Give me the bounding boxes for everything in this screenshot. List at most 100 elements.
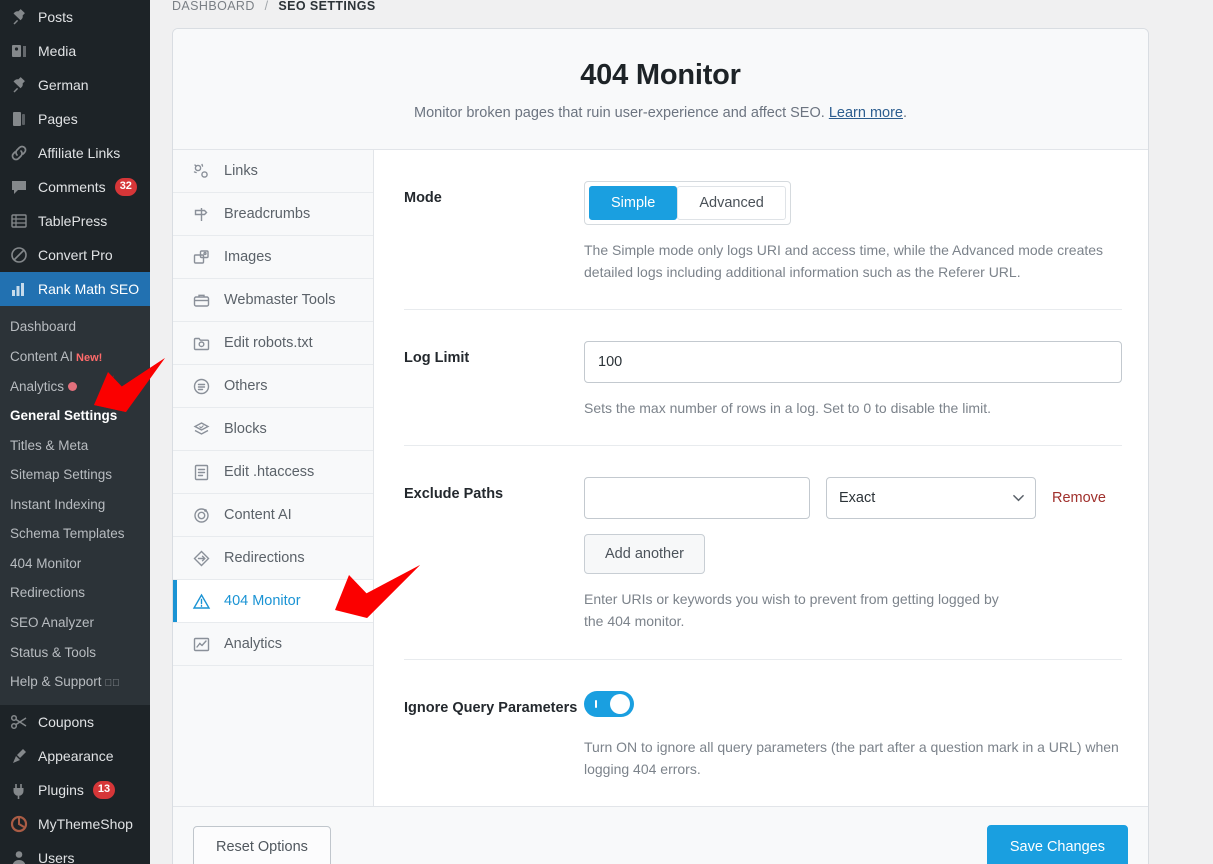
settings-nav-item-breadcrumbs[interactable]: Breadcrumbs — [173, 193, 373, 236]
card-header: 404 Monitor Monitor broken pages that ru… — [173, 29, 1148, 150]
wp-menu-item-plugins[interactable]: Plugins 13 — [0, 773, 150, 807]
wp-menu-item-tablepress[interactable]: TablePress — [0, 204, 150, 238]
wp-submenu-item-seo-analyzer[interactable]: SEO Analyzer — [0, 608, 150, 638]
settings-nav-item-404-monitor[interactable]: 404 Monitor — [173, 580, 373, 623]
card-footer: Reset Options Save Changes — [173, 806, 1148, 864]
wp-menu-label: MyThemeShop — [38, 816, 133, 832]
pages-icon — [9, 109, 29, 129]
wp-submenu-item-404-monitor[interactable]: 404 Monitor — [0, 549, 150, 579]
convert-icon — [9, 245, 29, 265]
wp-submenu-item-analytics[interactable]: Analytics — [0, 372, 150, 402]
wp-menu-label: Convert Pro — [38, 247, 113, 263]
media-icon — [9, 41, 29, 61]
admin-screen: Posts Media German Pages Affiliate Links… — [0, 0, 1213, 864]
wp-menu-item-german[interactable]: German — [0, 68, 150, 102]
wp-menu-item-mythemeshop[interactable]: MyThemeShop — [0, 807, 150, 841]
reset-options-button[interactable]: Reset Options — [193, 826, 331, 864]
menu-badge: 13 — [93, 781, 115, 799]
wp-menu-item-posts[interactable]: Posts — [0, 0, 150, 34]
log-limit-input[interactable] — [584, 341, 1122, 383]
settings-nav-item-edit-htaccess[interactable]: Edit .htaccess — [173, 451, 373, 494]
wp-admin-sidebar: Posts Media German Pages Affiliate Links… — [0, 0, 150, 864]
ignore-query-parameters-toggle[interactable] — [584, 691, 634, 717]
redirect-icon — [191, 548, 212, 569]
settings-nav-item-others[interactable]: Others — [173, 365, 373, 408]
wp-submenu-item-instant-indexing[interactable]: Instant Indexing — [0, 490, 150, 520]
wp-menu-label: Pages — [38, 111, 78, 127]
wp-submenu-item-help-support[interactable]: Help & Support↗⃞ — [0, 667, 150, 697]
add-another-button[interactable]: Add another — [584, 534, 705, 574]
page-description: Monitor broken pages that ruin user-expe… — [193, 105, 1128, 121]
wp-menu-item-appearance[interactable]: Appearance — [0, 739, 150, 773]
comment-icon — [9, 177, 29, 197]
mode-description: The Simple mode only logs URI and access… — [584, 239, 1122, 283]
pin-icon — [9, 7, 29, 27]
warning-triangle-icon — [191, 591, 212, 612]
exclude-paths-label: Exclude Paths — [404, 477, 584, 632]
wp-submenu-item-general-settings[interactable]: General Settings — [0, 401, 150, 431]
exclude-path-input[interactable] — [584, 477, 810, 519]
exclude-match-select[interactable]: ExactContainsStarts WithEnds WithRegex — [826, 477, 1036, 519]
wp-submenu-label: Titles & Meta — [10, 438, 88, 453]
external-link-icon: ↗⃞ — [105, 678, 120, 689]
settings-nav-item-analytics[interactable]: Analytics — [173, 623, 373, 666]
wp-submenu-label: Redirections — [10, 585, 85, 600]
wp-menu-item-convert-pro[interactable]: Convert Pro — [0, 238, 150, 272]
wp-menu-item-users[interactable]: Users — [0, 841, 150, 864]
wp-submenu-item-titles-meta[interactable]: Titles & Meta — [0, 431, 150, 461]
wp-submenu-label: Dashboard — [10, 319, 76, 334]
wp-submenu-item-schema-templates[interactable]: Schema Templates — [0, 519, 150, 549]
wp-menu-item-affiliate-links[interactable]: Affiliate Links — [0, 136, 150, 170]
signpost-icon — [191, 204, 212, 225]
rankmath-icon — [9, 279, 29, 299]
settings-nav-label: Images — [224, 249, 272, 265]
page-title: 404 Monitor — [193, 59, 1128, 92]
settings-nav-item-edit-robots-txt[interactable]: Edit robots.txt — [173, 322, 373, 365]
main-content: DASHBOARD / SEO SETTINGS 404 Monitor Mon… — [150, 0, 1213, 864]
settings-nav-item-images[interactable]: Images — [173, 236, 373, 279]
wp-submenu-item-redirections[interactable]: Redirections — [0, 578, 150, 608]
wp-menu-label: Posts — [38, 9, 73, 25]
link-icon — [9, 143, 29, 163]
rank-math-submenu: Dashboard Content AINew!Analytics General … — [0, 306, 150, 705]
learn-more-link[interactable]: Learn more — [829, 105, 903, 121]
wp-submenu-item-sitemap-settings[interactable]: Sitemap Settings — [0, 460, 150, 490]
wp-menu-item-pages[interactable]: Pages — [0, 102, 150, 136]
remove-exclude-path-link[interactable]: Remove — [1052, 490, 1106, 506]
save-changes-button[interactable]: Save Changes — [987, 825, 1128, 864]
wp-submenu-label: Sitemap Settings — [10, 467, 112, 482]
settings-nav-label: Others — [224, 378, 268, 394]
analytics-chart-icon — [191, 634, 212, 655]
wp-menu-label: Appearance — [38, 748, 114, 764]
mode-option-simple[interactable]: Simple — [589, 186, 677, 220]
new-tag: New! — [76, 352, 102, 364]
wp-menu-label: German — [38, 77, 89, 93]
wp-menu-item-coupons[interactable]: Coupons — [0, 705, 150, 739]
wp-menu-item-comments[interactable]: Comments 32 — [0, 170, 150, 204]
toggle-knob — [610, 694, 630, 714]
wp-submenu-label: Schema Templates — [10, 526, 125, 541]
wp-submenu-item-dashboard[interactable]: Dashboard — [0, 312, 150, 342]
settings-nav-item-webmaster-tools[interactable]: Webmaster Tools — [173, 279, 373, 322]
settings-panel: Mode Simple Advanced The Simple mode onl… — [374, 150, 1149, 806]
wp-submenu-item-status-tools[interactable]: Status & Tools — [0, 638, 150, 668]
description-text: Monitor broken pages that ruin user-expe… — [414, 105, 829, 121]
settings-nav-label: Edit .htaccess — [224, 464, 314, 480]
wp-submenu-label: General Settings — [10, 408, 117, 423]
robots-folder-icon — [191, 333, 212, 354]
breadcrumb-root[interactable]: DASHBOARD — [172, 0, 255, 13]
wp-menu-label: Comments — [38, 179, 106, 195]
settings-nav-item-content-ai[interactable]: Content AI — [173, 494, 373, 537]
settings-card: 404 Monitor Monitor broken pages that ru… — [172, 28, 1149, 864]
settings-nav-item-blocks[interactable]: Blocks — [173, 408, 373, 451]
wp-submenu-item-content-ai[interactable]: Content AINew! — [0, 342, 150, 372]
settings-nav-item-links[interactable]: Links — [173, 150, 373, 193]
wp-menu-item-rank-math-seo[interactable]: Rank Math SEO — [0, 272, 150, 306]
wp-submenu-label: 404 Monitor — [10, 556, 81, 571]
wp-menu-label: Users — [38, 850, 75, 864]
settings-nav-label: Breadcrumbs — [224, 206, 310, 222]
wp-menu-label: TablePress — [38, 213, 107, 229]
settings-nav-item-redirections[interactable]: Redirections — [173, 537, 373, 580]
wp-menu-item-media[interactable]: Media — [0, 34, 150, 68]
mode-option-advanced[interactable]: Advanced — [677, 186, 786, 220]
